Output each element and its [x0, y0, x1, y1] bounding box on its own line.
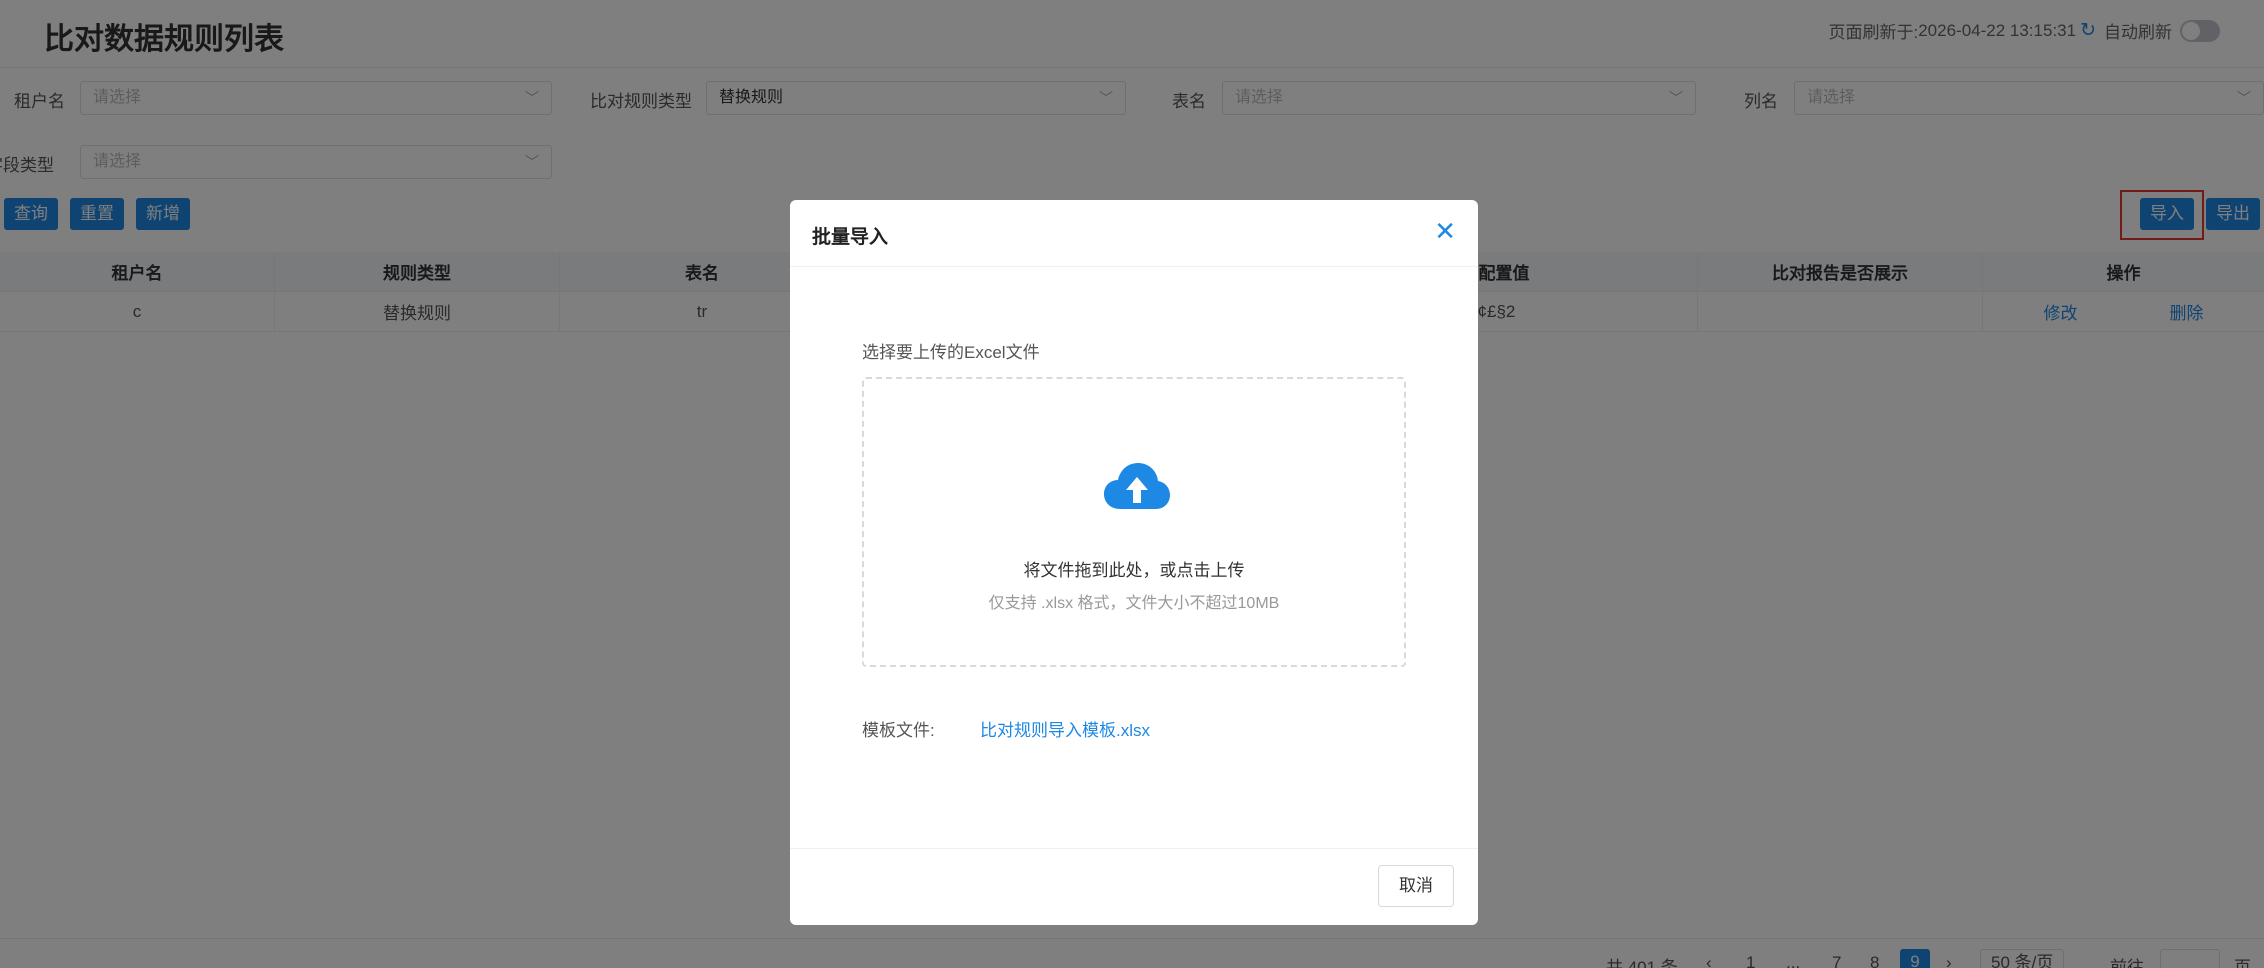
close-icon[interactable]: ✕ [1434, 218, 1456, 244]
template-download-link[interactable]: 比对规则导入模板.xlsx [980, 716, 1150, 741]
batch-import-dialog: 批量导入 ✕ 选择要上传的Excel文件 将文件拖到此处，或点击上传 仅支持 .… [790, 200, 1478, 925]
dialog-title: 批量导入 [812, 227, 889, 248]
template-label: 模板文件: [862, 721, 935, 740]
drop-hint: 仅支持 .xlsx 格式，文件大小不超过10MB [988, 595, 1280, 612]
drop-text: 将文件拖到此处，或点击上传 [1023, 561, 1245, 580]
upload-dropzone[interactable]: 将文件拖到此处，或点击上传 仅支持 .xlsx 格式，文件大小不超过10MB [862, 377, 1406, 667]
dialog-header: 批量导入 ✕ [790, 200, 1478, 267]
dialog-footer: 取消 [790, 848, 1478, 925]
cancel-button[interactable]: 取消 [1378, 865, 1454, 907]
cloud-upload-icon [1104, 463, 1170, 509]
upload-label: 选择要上传的Excel文件 [862, 343, 1040, 362]
